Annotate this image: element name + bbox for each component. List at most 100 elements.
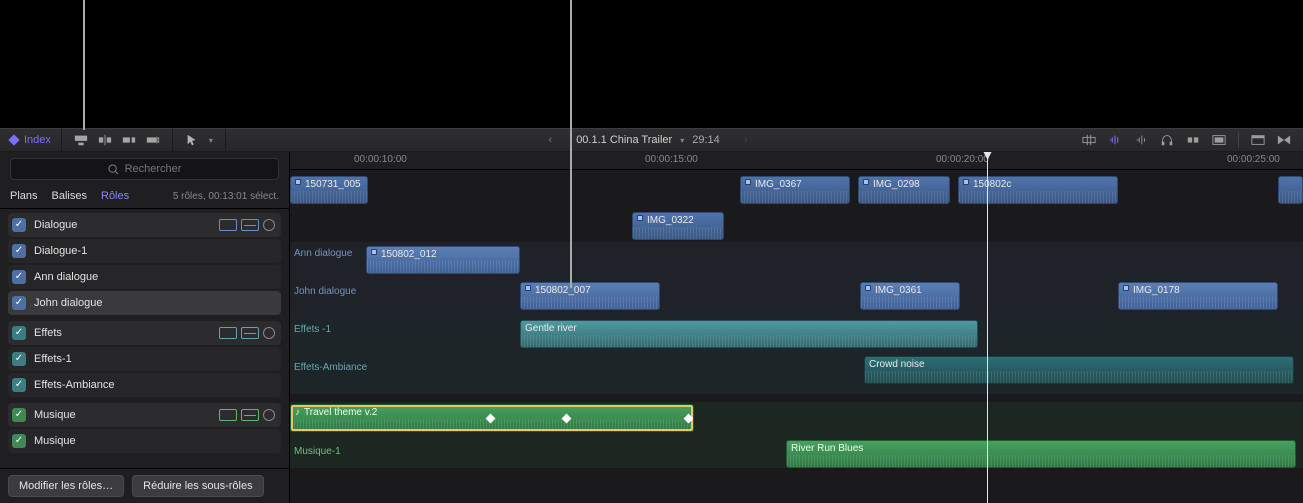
clip-dialogue[interactable]: IMG_0178 (1118, 282, 1278, 310)
subrole-dialogue-1[interactable]: ✓ Dialogue-1 (8, 239, 281, 263)
divider (1238, 132, 1239, 148)
role-checkbox[interactable]: ✓ (12, 270, 26, 284)
subrole-ann-dialogue[interactable]: ✓ Ann dialogue (8, 265, 281, 289)
edit-roles-button[interactable]: Modifier les rôles… (8, 475, 124, 497)
keyframe-icon[interactable] (562, 414, 572, 424)
subrole-musique[interactable]: ✓ Musique (8, 429, 281, 453)
transitions-browser-icon[interactable] (1277, 134, 1291, 146)
role-checkbox[interactable]: ✓ (12, 352, 26, 366)
role-dialogue[interactable]: ✓ Dialogue (8, 213, 281, 237)
ruler-tick: 00:00:15:00 (645, 154, 698, 165)
tab-plans[interactable]: Plans (10, 190, 38, 202)
role-checkbox[interactable]: ✓ (12, 244, 26, 258)
clip-appearance-icon[interactable] (1212, 134, 1226, 146)
clip-video[interactable]: 150802c (958, 176, 1118, 204)
callout-line (570, 0, 572, 288)
index-diamond-icon (8, 134, 19, 145)
timeline-area[interactable]: 00:00:10:00 00:00:15:00 00:00:20:00 00:0… (290, 152, 1303, 503)
clip-connect-tools (62, 129, 173, 151)
clip-name: 150802_007 (535, 285, 591, 296)
effects-browser-icon[interactable] (1251, 134, 1265, 146)
role-focus-button[interactable] (241, 219, 259, 231)
clip-video[interactable]: IMG_0298 (858, 176, 950, 204)
clip-name: IMG_0298 (873, 179, 920, 190)
clip-video[interactable] (1278, 176, 1303, 204)
role-label: Effets-1 (34, 353, 275, 365)
role-lane-button[interactable] (219, 327, 237, 339)
keyframe-icon[interactable] (684, 414, 694, 424)
clip-marker-icon (963, 179, 969, 185)
playhead[interactable] (987, 152, 988, 503)
role-label: Effets (34, 327, 211, 339)
roles-list: ✓ Dialogue ✓ Dialogue-1 ✓ Ann dialogue ✓… (0, 209, 289, 468)
subrole-john-dialogue[interactable]: ✓ John dialogue (8, 291, 281, 315)
role-focus-button[interactable] (241, 327, 259, 339)
role-color-swatch[interactable] (263, 409, 275, 421)
clip-music-selected[interactable]: ♪ Travel theme v.2 (290, 404, 694, 432)
clip-video[interactable]: 150731_005 (290, 176, 368, 204)
role-color-swatch[interactable] (263, 219, 275, 231)
tab-roles[interactable]: Rôles (101, 190, 129, 202)
timeline-toolbar: Index ▾ ‹ 00.1.1 China Trailer ▾ 29:14 › (0, 128, 1303, 152)
pointer-tool-icon[interactable] (185, 133, 199, 147)
keyframe-icon[interactable] (486, 414, 496, 424)
overwrite-clip-icon[interactable] (146, 133, 160, 147)
role-checkbox[interactable]: ✓ (12, 378, 26, 392)
history-forward-button[interactable]: › (740, 134, 752, 146)
solo-icon[interactable] (1134, 134, 1148, 146)
clip-dialogue[interactable]: 150802_007 (520, 282, 660, 310)
index-label: Index (24, 134, 51, 146)
role-color-swatch[interactable] (263, 327, 275, 339)
role-label: Effets-Ambiance (34, 379, 275, 391)
role-checkbox[interactable]: ✓ (12, 408, 26, 422)
clip-marker-icon (295, 179, 301, 185)
role-label: Dialogue-1 (34, 245, 275, 257)
role-focus-button[interactable] (241, 409, 259, 421)
clip-video[interactable]: IMG_0322 (632, 212, 724, 240)
role-label: Musique (34, 409, 211, 421)
role-effets[interactable]: ✓ Effets (8, 321, 281, 345)
clip-name: 150802c (973, 179, 1011, 190)
role-checkbox[interactable]: ✓ (12, 434, 26, 448)
role-musique[interactable]: ✓ Musique (8, 403, 281, 427)
timeline-display-tools (1070, 132, 1303, 148)
time-ruler[interactable]: 00:00:10:00 00:00:15:00 00:00:20:00 00:0… (290, 152, 1303, 170)
role-lane-button[interactable] (219, 219, 237, 231)
role-checkbox[interactable]: ✓ (12, 218, 26, 232)
clip-marker-icon (637, 215, 643, 221)
index-selection-info: 5 rôles, 00:13:01 sélect. (173, 191, 279, 202)
role-checkbox[interactable]: ✓ (12, 296, 26, 310)
project-title-area: ‹ 00.1.1 China Trailer ▾ 29:14 › (226, 134, 1070, 146)
append-clip-icon[interactable] (122, 133, 136, 147)
skimming-icon[interactable] (1082, 134, 1096, 146)
clip-music[interactable]: River Run Blues (786, 440, 1296, 468)
snapping-icon[interactable] (1186, 134, 1200, 146)
project-dropdown-caret[interactable]: ▾ (680, 136, 684, 145)
clip-dialogue[interactable]: IMG_0361 (860, 282, 960, 310)
audio-skimming-icon[interactable] (1108, 134, 1122, 146)
tab-balises[interactable]: Balises (52, 190, 87, 202)
index-search-field[interactable]: Rechercher (10, 158, 279, 180)
project-title[interactable]: 00.1.1 China Trailer (576, 134, 672, 146)
insert-clip-icon[interactable] (98, 133, 112, 147)
headphones-icon[interactable] (1160, 134, 1174, 146)
subrole-effets-ambiance[interactable]: ✓ Effets-Ambiance (8, 373, 281, 397)
clip-marker-icon (865, 285, 871, 291)
collapse-subroles-button[interactable]: Réduire les sous-rôles (132, 475, 263, 497)
tool-dropdown-caret[interactable]: ▾ (209, 136, 213, 145)
connect-clip-icon[interactable] (74, 133, 88, 147)
clip-video[interactable]: IMG_0367 (740, 176, 850, 204)
history-back-button[interactable]: ‹ (545, 134, 557, 146)
clip-dialogue[interactable]: 150802_012 (366, 246, 520, 274)
role-checkbox[interactable]: ✓ (12, 326, 26, 340)
role-lane-button[interactable] (219, 409, 237, 421)
subrole-effets-1[interactable]: ✓ Effets-1 (8, 347, 281, 371)
music-icon: ♪ (295, 407, 300, 418)
clip-effects[interactable]: Crowd noise (864, 356, 1294, 384)
clip-name: 150802_012 (381, 249, 437, 260)
timeline-index-panel: Rechercher Plans Balises Rôles 5 rôles, … (0, 152, 290, 503)
index-button[interactable]: Index (0, 129, 62, 151)
clip-name: River Run Blues (791, 443, 863, 454)
clip-name: IMG_0367 (755, 179, 802, 190)
clip-effects[interactable]: Gentle river (520, 320, 978, 348)
